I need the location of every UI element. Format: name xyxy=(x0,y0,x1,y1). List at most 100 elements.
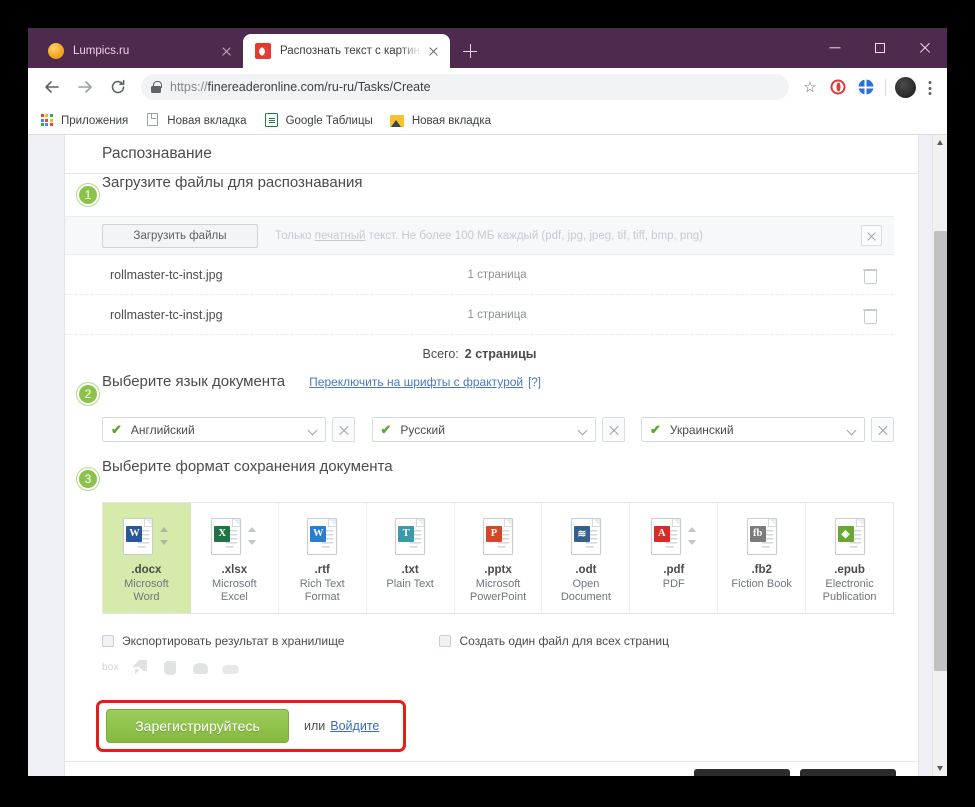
format-icon-row: fb xyxy=(720,514,803,558)
format-option-docx[interactable]: W .docx Microsoft Word xyxy=(103,503,191,613)
chrome-menu-icon[interactable] xyxy=(919,74,941,100)
language-name: Русский xyxy=(400,422,445,437)
remove-language-1-button[interactable] xyxy=(332,417,355,442)
format-extension: .epub xyxy=(834,564,865,576)
format-extension: .pptx xyxy=(484,564,512,576)
step-1-header: 1 Загрузите файлы для распознавания xyxy=(77,174,894,216)
footer-link-about-service[interactable]: О сервисе xyxy=(102,775,160,777)
cta-or-label: или xyxy=(304,719,326,733)
scroll-up-button[interactable] xyxy=(933,135,947,150)
document-icon: X xyxy=(211,517,242,555)
forward-icon[interactable] xyxy=(71,73,99,101)
format-icon-row: ≋ xyxy=(544,514,627,558)
help-link[interactable]: [?] xyxy=(528,377,541,389)
browser-tab-lumpics[interactable]: Lumpics.ru xyxy=(36,34,243,68)
page-icon xyxy=(145,112,161,129)
opera-extension-icon[interactable] xyxy=(825,74,851,100)
box-icon[interactable]: box xyxy=(102,662,119,673)
format-option-epub[interactable]: ◈ .epub Electronic Publication xyxy=(806,503,893,613)
hint-before: Только xyxy=(275,229,315,242)
reload-icon[interactable] xyxy=(104,73,132,101)
globe-extension-icon[interactable] xyxy=(853,74,879,100)
format-option-fb2[interactable]: fb .fb2 Fiction Book xyxy=(718,503,807,613)
format-option-rtf[interactable]: W .rtf Rich Text Format xyxy=(279,503,367,613)
login-link[interactable]: Войдите xyxy=(330,719,379,733)
minimize-button[interactable] xyxy=(812,28,857,68)
format-settings-spinner-icon[interactable] xyxy=(160,525,169,547)
scrollbar-thumb[interactable] xyxy=(934,231,947,671)
format-badge: X xyxy=(214,525,231,542)
format-badge: T xyxy=(398,525,415,542)
new-tab-button[interactable] xyxy=(456,37,484,65)
address-bar[interactable]: https://finereaderonline.com/ru-ru/Tasks… xyxy=(141,74,789,100)
format-extension: .odt xyxy=(575,564,597,576)
profile-avatar[interactable] xyxy=(895,76,916,98)
format-description: Microsoft Word xyxy=(124,578,169,603)
format-extension: .fb2 xyxy=(751,564,772,576)
single-file-checkbox[interactable]: Создать один файл для всех страниц xyxy=(439,634,669,648)
footer-link-feedback[interactable]: Отправить отзыв xyxy=(407,775,502,777)
google-drive-icon[interactable] xyxy=(192,660,209,676)
bookmark-apps[interactable]: Приложения xyxy=(39,113,128,129)
browser-window: Lumpics.ru Распознать текст с картинки о… xyxy=(28,28,947,776)
app-store-button[interactable] xyxy=(694,768,790,776)
scroll-down-button[interactable] xyxy=(933,761,947,776)
format-option-xlsx[interactable]: X .xlsx Microsoft Excel xyxy=(191,503,279,613)
format-icon-row: W xyxy=(105,514,188,558)
dropbox-icon[interactable] xyxy=(131,659,149,676)
bookmark-star-icon[interactable]: ☆ xyxy=(797,74,823,100)
footer-link-about-company[interactable]: О компании xyxy=(248,775,314,777)
bookmark-newtab-1[interactable]: Новая вкладка xyxy=(145,112,247,129)
language-select-1[interactable]: ✔ Английский xyxy=(102,417,326,442)
register-button[interactable]: Зарегистрируйтесь xyxy=(106,709,289,743)
format-description: Rich Text Format xyxy=(299,578,345,603)
file-row: rollmaster-tc-inst.jpg 1 страница xyxy=(65,295,894,335)
export-to-storage-checkbox[interactable]: Экспортировать результат в хранилище xyxy=(102,634,344,648)
maximize-button[interactable] xyxy=(857,28,902,68)
language-select-2[interactable]: ✔ Русский xyxy=(371,417,596,442)
upload-hint: Только печатный текст. Не более 100 МБ к… xyxy=(275,230,703,242)
google-play-button[interactable]: доступно в xyxy=(800,768,896,776)
onedrive-icon[interactable] xyxy=(221,660,239,676)
format-settings-spinner-icon[interactable] xyxy=(687,525,697,547)
upload-files-button[interactable]: Загрузить файлы xyxy=(102,223,258,248)
trash-icon[interactable] xyxy=(862,267,877,284)
document-icon: T xyxy=(395,517,426,555)
close-icon[interactable] xyxy=(425,43,442,60)
page-viewport: Распознавание 1 Загрузите файлы для расп… xyxy=(28,135,947,776)
evernote-icon[interactable] xyxy=(162,660,179,676)
format-option-pptx[interactable]: P .pptx Microsoft PowerPoint xyxy=(455,503,543,613)
cloud-storage-icons: box xyxy=(102,659,894,676)
step-2-header: 2 Выберите язык документа Переключить на… xyxy=(77,373,894,415)
language-select-3[interactable]: ✔ Украинский xyxy=(641,417,865,442)
back-icon[interactable] xyxy=(38,73,66,101)
format-option-txt[interactable]: T .txt Plain Text xyxy=(367,503,455,613)
recognition-card: Распознавание 1 Загрузите файлы для расп… xyxy=(64,135,919,774)
remove-language-2-button[interactable] xyxy=(601,417,625,442)
format-extension: .xlsx xyxy=(221,564,248,576)
format-description: Electronic Publication xyxy=(822,578,877,603)
document-icon: W xyxy=(123,517,154,555)
format-settings-spinner-icon[interactable] xyxy=(248,525,257,547)
page-scrollbar[interactable] xyxy=(932,135,947,776)
page-title: Распознавание xyxy=(102,145,212,162)
format-icon-row: P xyxy=(457,514,540,558)
step-2-language: 2 Выберите язык документа Переключить на… xyxy=(65,373,918,458)
format-option-odt[interactable]: ≋ .odt Open Document xyxy=(542,503,631,613)
format-icon-row: T xyxy=(369,514,452,558)
fraktur-fonts-link[interactable]: Переключить на шрифты с фрактурой xyxy=(309,375,523,389)
total-label: Всего: xyxy=(422,347,459,361)
format-option-pdf[interactable]: A .pdf PDF xyxy=(630,503,719,613)
cta-highlight-region: Зарегистрируйтесь или Войдите xyxy=(96,700,406,752)
remove-language-3-button[interactable] xyxy=(871,417,894,442)
bookmark-google-sheets[interactable]: Google Таблицы xyxy=(264,112,373,129)
close-window-button[interactable] xyxy=(902,28,947,68)
lumpics-favicon xyxy=(48,43,64,59)
trash-icon[interactable] xyxy=(862,307,877,324)
clear-all-files-button[interactable] xyxy=(861,225,882,246)
format-icon-row: W xyxy=(281,514,364,558)
bookmark-label: Новая вкладка xyxy=(411,114,492,127)
bookmark-newtab-2[interactable]: Новая вкладка xyxy=(389,113,492,129)
close-icon[interactable] xyxy=(218,43,235,60)
browser-tab-finereader[interactable]: Распознать текст с картинки он xyxy=(243,34,450,68)
